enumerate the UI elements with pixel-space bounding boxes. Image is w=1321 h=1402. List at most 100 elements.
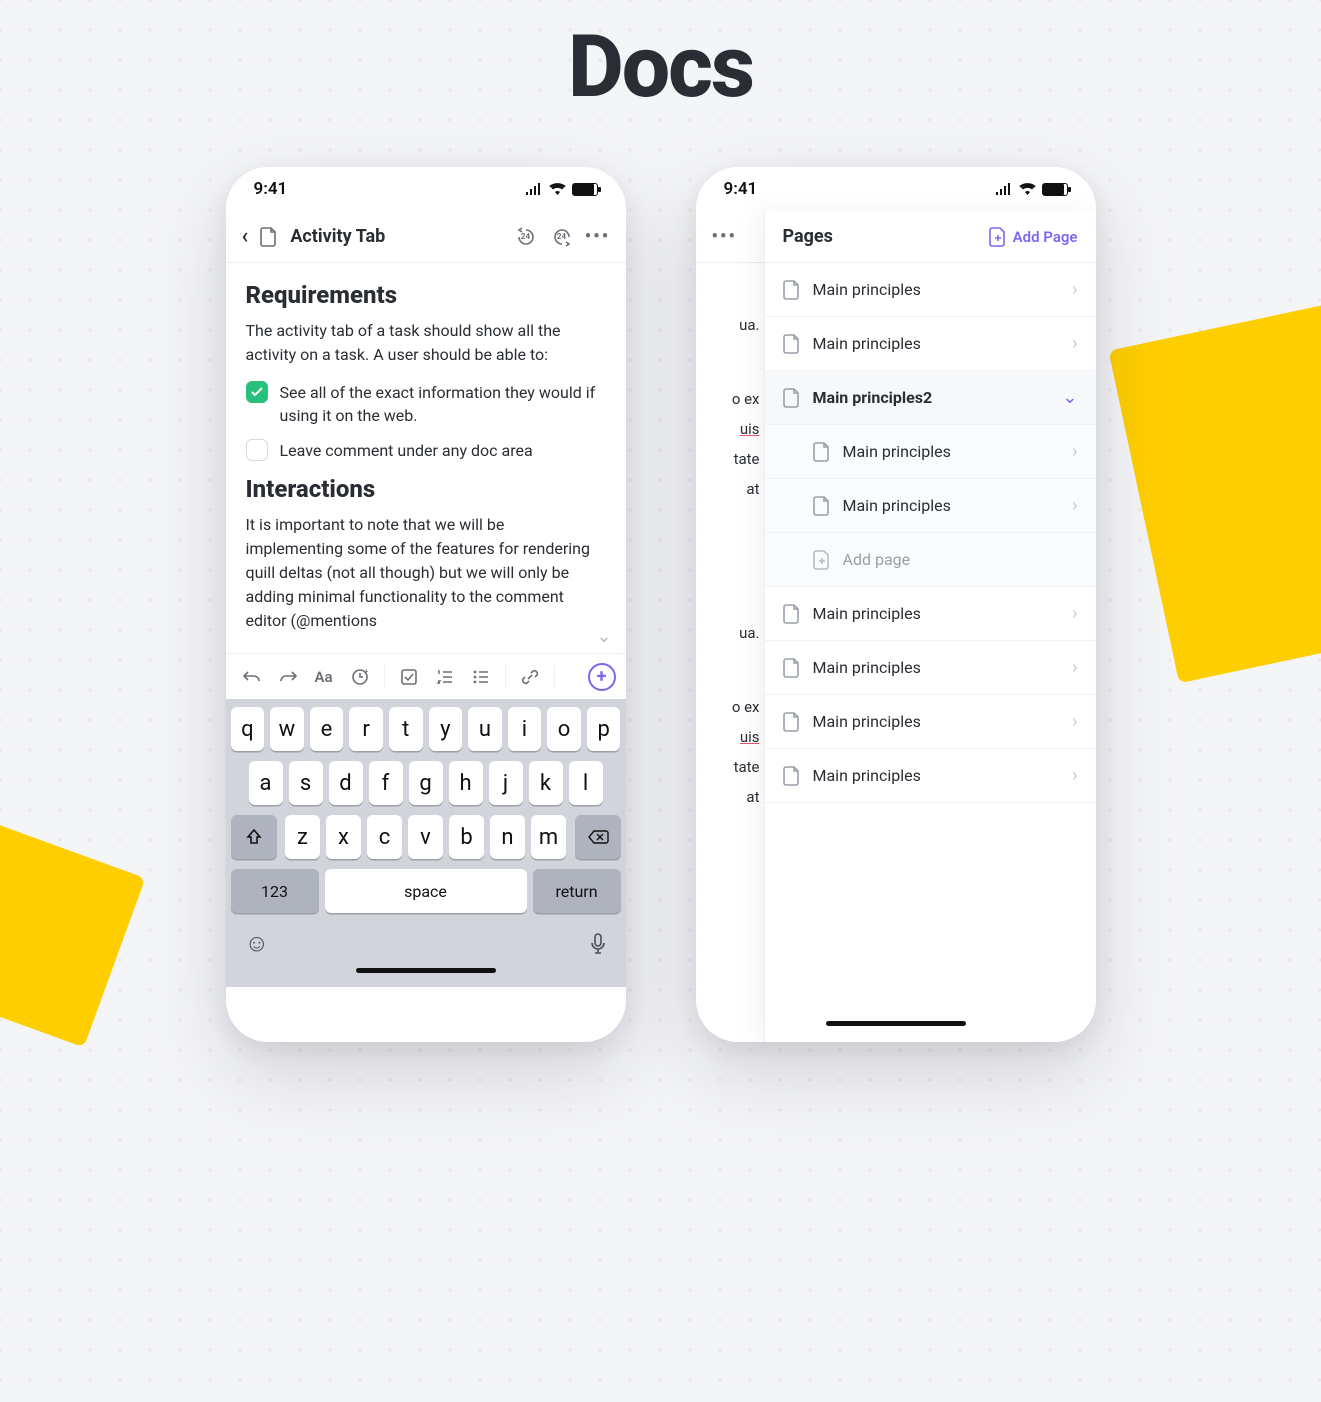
drawer-header: Pages Add Page — [765, 211, 1096, 263]
history-back-button[interactable]: 24 — [514, 225, 538, 249]
back-button[interactable]: ‹ — [242, 224, 249, 249]
return-key[interactable]: return — [533, 869, 621, 913]
key-v[interactable]: v — [408, 815, 443, 859]
cellular-icon — [525, 183, 543, 195]
key-o[interactable]: o — [547, 707, 581, 751]
page-row[interactable]: Main principles› — [765, 749, 1096, 803]
status-time: 9:41 — [254, 179, 288, 199]
expand-chevron-icon[interactable]: ⌄ — [596, 626, 611, 647]
page-row[interactable]: Main principles› — [765, 641, 1096, 695]
key-k[interactable]: k — [529, 761, 563, 805]
key-u[interactable]: u — [468, 707, 502, 751]
redo-button[interactable] — [272, 661, 304, 693]
add-block-button[interactable]: + — [588, 663, 616, 691]
page-row[interactable]: Main principles› — [765, 695, 1096, 749]
checklist-item[interactable]: Leave comment under any doc area — [246, 439, 606, 462]
subpage-row[interactable]: Main principles › — [765, 479, 1096, 533]
key-p[interactable]: p — [587, 707, 621, 751]
status-icons — [995, 183, 1068, 196]
mic-key[interactable] — [589, 932, 607, 956]
bg-text-fragment: uis — [706, 417, 760, 441]
undo-button[interactable] — [236, 661, 268, 693]
document-icon — [783, 604, 801, 624]
home-indicator[interactable] — [826, 1021, 966, 1026]
mention-button[interactable]: + — [344, 661, 376, 693]
page-row[interactable]: Main principles› — [765, 263, 1096, 317]
key-y[interactable]: y — [429, 707, 463, 751]
status-icons — [525, 183, 598, 196]
key-m[interactable]: m — [531, 815, 566, 859]
add-page-label: Add Page — [1013, 228, 1078, 246]
bg-text-fragment: uis — [706, 725, 760, 749]
key-d[interactable]: d — [329, 761, 363, 805]
add-page-button[interactable]: Add Page — [989, 227, 1078, 247]
bg-text-fragment: o ex — [706, 695, 760, 719]
chevron-right-icon: › — [1072, 657, 1077, 678]
key-s[interactable]: s — [289, 761, 323, 805]
bg-text-fragment: ua. — [706, 621, 760, 645]
key-b[interactable]: b — [449, 815, 484, 859]
checklist-button[interactable] — [393, 661, 425, 693]
chevron-right-icon: › — [1072, 765, 1077, 786]
key-q[interactable]: q — [231, 707, 265, 751]
key-x[interactable]: x — [326, 815, 361, 859]
key-t[interactable]: t — [389, 707, 423, 751]
more-menu-button[interactable]: ••• — [586, 225, 610, 249]
page-row[interactable]: Main principles› — [765, 587, 1096, 641]
bg-text-fragment: at — [706, 785, 760, 809]
key-i[interactable]: i — [508, 707, 542, 751]
space-key[interactable]: space — [325, 869, 527, 913]
wifi-icon — [1019, 183, 1036, 195]
document-icon — [783, 712, 801, 732]
text-style-button[interactable]: Aa — [308, 661, 340, 693]
key-f[interactable]: f — [369, 761, 403, 805]
backspace-key[interactable] — [575, 815, 621, 859]
checklist-item[interactable]: See all of the exact information they wo… — [246, 381, 606, 427]
checkbox[interactable] — [246, 439, 268, 461]
key-h[interactable]: h — [449, 761, 483, 805]
page-row[interactable]: Main principles› — [765, 317, 1096, 371]
key-g[interactable]: g — [409, 761, 443, 805]
link-button[interactable] — [514, 661, 546, 693]
keyboard: qwertyuiop asdfghjkl zxcvbnm 123 space r… — [226, 699, 626, 987]
toolbar-divider — [554, 665, 555, 689]
shift-key[interactable] — [231, 815, 277, 859]
numeric-key[interactable]: 123 — [231, 869, 319, 913]
section-body-requirements: The activity tab of a task should show a… — [246, 319, 606, 367]
document-icon — [813, 442, 831, 462]
add-page-icon — [813, 550, 831, 570]
key-a[interactable]: a — [249, 761, 283, 805]
chevron-right-icon: › — [1072, 495, 1077, 516]
bulleted-list-button[interactable] — [465, 661, 497, 693]
page-label: Main principles2 — [813, 388, 1051, 407]
page-list[interactable]: Main principles›Main principles›Main pri… — [765, 263, 1096, 1042]
drawer-title: Pages — [783, 226, 833, 247]
key-r[interactable]: r — [349, 707, 383, 751]
key-l[interactable]: l — [569, 761, 603, 805]
key-j[interactable]: j — [489, 761, 523, 805]
key-n[interactable]: n — [490, 815, 525, 859]
key-z[interactable]: z — [285, 815, 320, 859]
numbered-list-button[interactable] — [429, 661, 461, 693]
history-forward-button[interactable]: 24 — [550, 225, 574, 249]
key-c[interactable]: c — [367, 815, 402, 859]
more-menu-button[interactable]: ••• — [712, 226, 737, 247]
subpage-row[interactable]: Main principles› — [765, 425, 1096, 479]
bg-text-fragment: tate — [706, 447, 760, 471]
toolbar-divider — [505, 665, 506, 689]
chevron-right-icon: › — [1072, 333, 1077, 354]
page-row[interactable]: Main principles2⌄ — [765, 371, 1096, 425]
chevron-right-icon: › — [1072, 441, 1077, 462]
add-subpage-button[interactable]: Add page — [765, 533, 1096, 587]
checkbox[interactable] — [246, 381, 268, 403]
document-icon — [783, 658, 801, 678]
key-e[interactable]: e — [310, 707, 344, 751]
key-w[interactable]: w — [270, 707, 304, 751]
checklist-label: Leave comment under any doc area — [280, 439, 533, 462]
emoji-key[interactable]: ☺ — [245, 929, 270, 958]
editor-content[interactable]: Requirements The activity tab of a task … — [226, 263, 626, 653]
bg-text-fragment: o ex — [706, 387, 760, 411]
page-label: Main principles — [843, 496, 1061, 515]
section-heading-interactions: Interactions — [246, 475, 606, 503]
home-indicator[interactable] — [356, 968, 496, 973]
